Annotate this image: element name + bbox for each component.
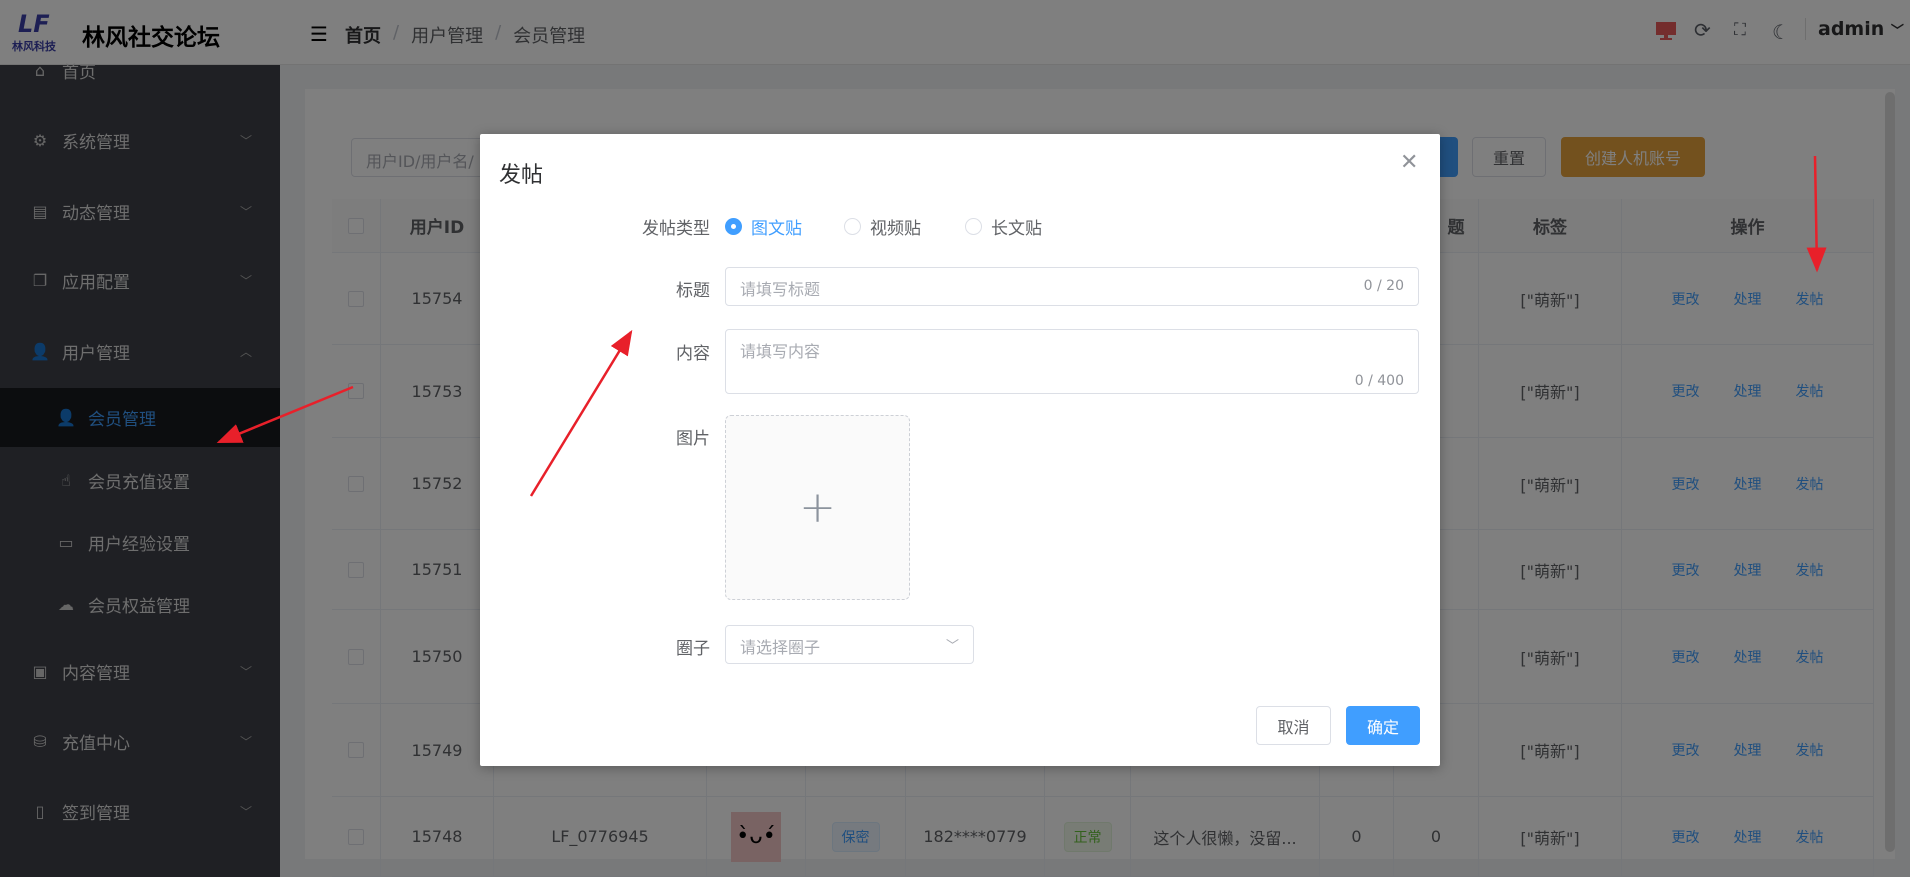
radio-icon: [844, 218, 861, 235]
dialog-title: 发帖: [499, 163, 544, 188]
radio-video[interactable]: 视频贴: [844, 214, 921, 239]
title-input[interactable]: 请填写标题 0 / 20: [725, 267, 1419, 306]
chevron-down-icon: ﹀: [945, 639, 959, 654]
radio-long-text[interactable]: 长文贴: [965, 214, 1042, 239]
radio-icon: [965, 218, 982, 235]
post-dialog: 发帖 ✕ 发帖类型 图文贴 视频贴 长文贴 标题 请填写标题 0 / 20 内容 …: [480, 134, 1440, 766]
title-char-count: 0 / 20: [1363, 278, 1404, 294]
content-label: 内容: [676, 344, 710, 364]
radio-checked-icon: [725, 218, 742, 235]
cancel-button[interactable]: 取消: [1256, 706, 1331, 745]
circle-label: 圈子: [676, 639, 710, 659]
image-label: 图片: [676, 429, 710, 449]
radio-image-text[interactable]: 图文贴: [725, 214, 802, 239]
image-upload[interactable]: +: [725, 415, 910, 600]
title-label: 标题: [676, 281, 710, 301]
content-textarea[interactable]: 请填写内容 0 / 400: [725, 329, 1419, 394]
close-icon[interactable]: ✕: [1400, 150, 1418, 175]
circle-select[interactable]: 请选择圈子 ﹀: [725, 625, 974, 664]
post-type-label: 发帖类型: [642, 219, 710, 239]
plus-icon: +: [799, 482, 836, 533]
content-char-count: 0 / 400: [1354, 373, 1404, 389]
confirm-button[interactable]: 确定: [1346, 706, 1420, 745]
